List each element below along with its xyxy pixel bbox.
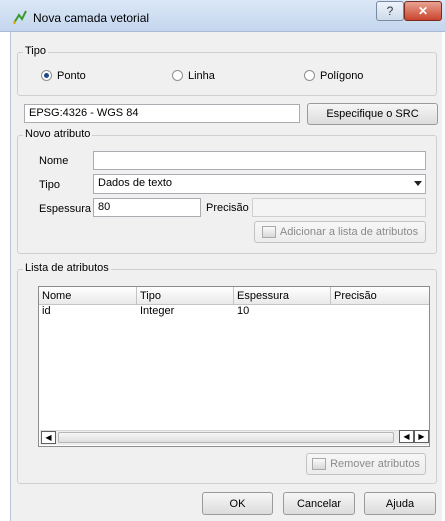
help-button[interactable]: Ajuda [364,492,436,515]
scroll-thumb[interactable] [58,432,394,443]
title-bar[interactable]: Nova camada vetorial ? ✕ [0,0,445,32]
tipo-select[interactable]: Dados de texto [93,174,426,194]
remove-attributes-label: Remover atributos [330,458,420,470]
scroll-left-step-button[interactable]: ◀ [399,430,414,443]
table-row[interactable]: id Integer 10 [39,305,429,318]
close-icon: ✕ [417,4,429,18]
help-window-button[interactable]: ? [376,1,404,21]
cell-espessura: 10 [237,305,250,317]
espessura-label: Espessura [39,203,91,215]
cancel-button[interactable]: Cancelar [283,492,355,515]
radio-linha[interactable] [172,70,183,81]
radio-ponto-label: Ponto [57,70,86,82]
window-title: Nova camada vetorial [33,11,150,25]
cell-nome: id [42,305,51,317]
cell-tipo: Integer [140,305,175,317]
arrow-left-icon: ◀ [45,433,52,442]
precisao-label: Precisão [206,202,249,214]
arrow-right-icon: ▶ [418,432,425,441]
radio-poligono-label: Polígono [320,70,364,82]
lista-title: Lista de atributos [23,262,111,274]
add-attribute-button[interactable]: Adicionar a lista de atributos [254,221,426,243]
scroll-buttons: ◀ ▶ [399,430,429,445]
horizontal-scrollbar[interactable]: ◀ [40,430,414,445]
radio-ponto[interactable] [41,70,52,81]
vector-layer-icon [13,10,27,24]
scroll-left-button[interactable]: ◀ [41,431,56,444]
nome-input[interactable] [93,151,426,170]
novo-atributo-title: Novo atributo [23,128,93,140]
chevron-down-icon [414,181,422,186]
remove-attributes-button[interactable]: Remover atributos [306,453,426,475]
crs-field[interactable]: EPSG:4326 - WGS 84 [24,104,300,123]
precisao-input[interactable] [252,198,426,217]
radio-poligono[interactable] [304,70,315,81]
arrow-left-icon: ◀ [403,432,410,441]
attributes-table[interactable]: Nome Tipo Espessura Precisão id Integer … [38,286,430,447]
scroll-right-button[interactable]: ▶ [414,430,429,443]
radio-linha-label: Linha [188,70,215,82]
column-header-nome[interactable]: Nome [39,287,137,305]
tipo-label: Tipo [39,179,60,191]
remove-list-icon [312,458,327,470]
tipo-select-value: Dados de texto [98,177,172,189]
espessura-input[interactable]: 80 [93,198,201,217]
specify-crs-button[interactable]: Especifique o SRC [307,103,438,125]
column-header-espessura[interactable]: Espessura [234,287,331,305]
column-header-precisao[interactable]: Precisão [331,287,429,305]
help-icon: ? [386,4,394,18]
add-attribute-label: Adicionar a lista de atributos [279,226,419,238]
add-list-icon [261,226,276,238]
ok-button[interactable]: OK [202,492,273,515]
tipo-group-title: Tipo [23,45,48,57]
nome-label: Nome [39,155,69,167]
column-header-tipo[interactable]: Tipo [137,287,234,305]
close-window-button[interactable]: ✕ [404,1,442,21]
